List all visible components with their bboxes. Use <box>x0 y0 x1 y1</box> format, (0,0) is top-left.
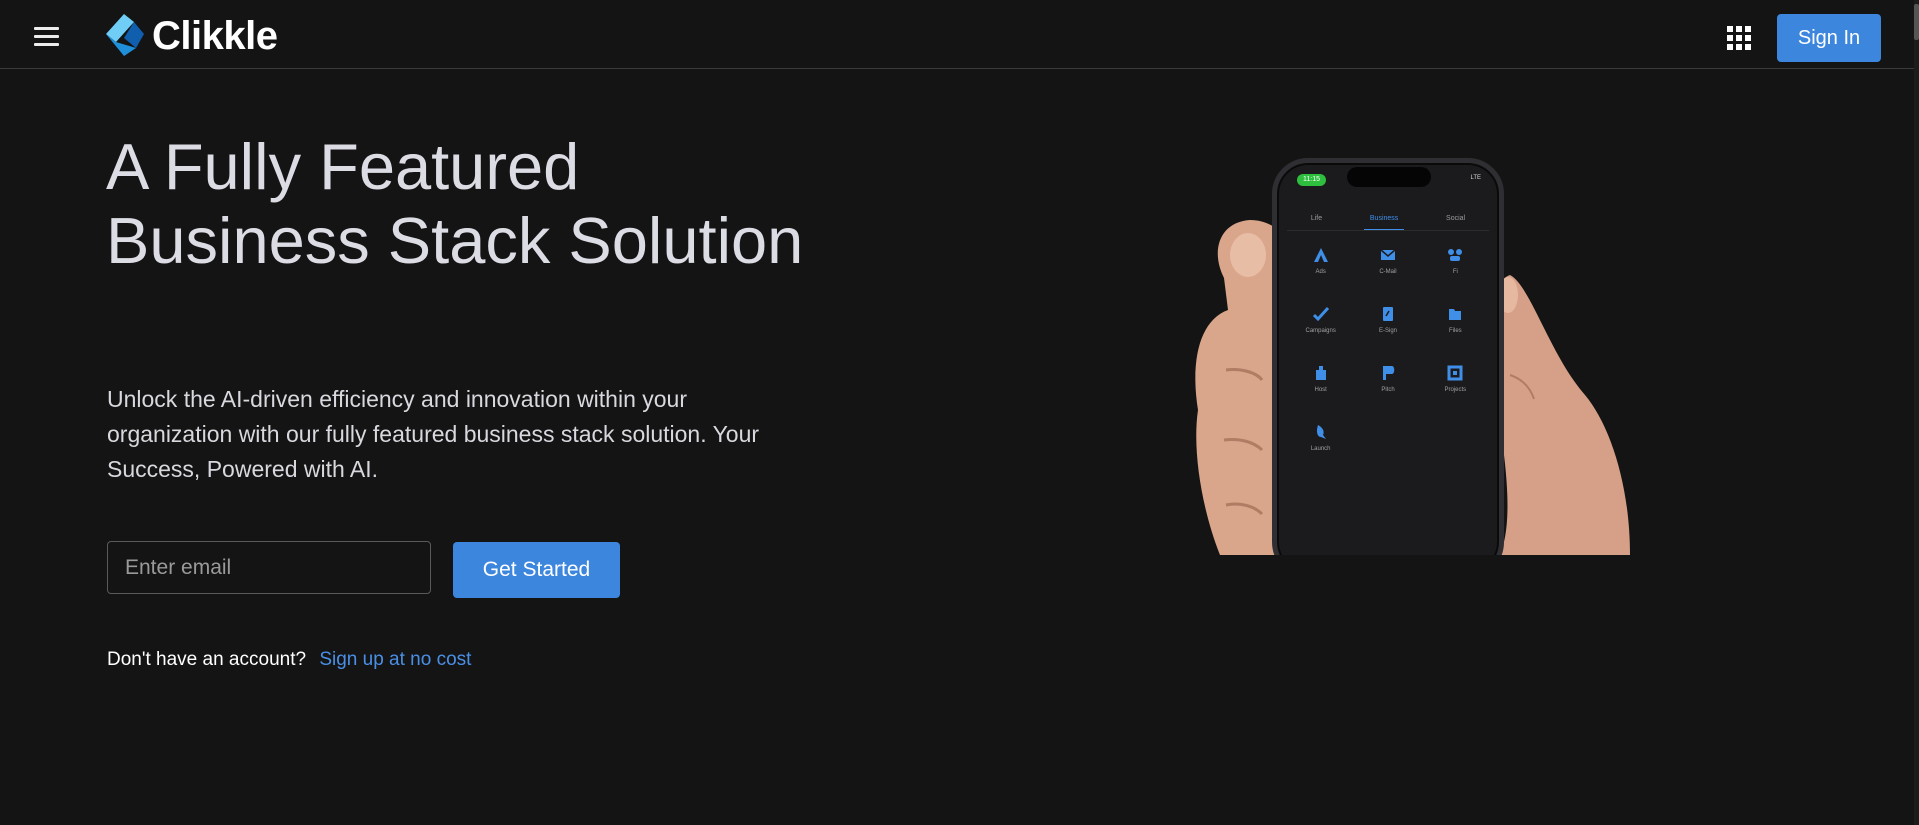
app-label: Projects <box>1444 387 1467 393</box>
phone-tab-bar: Life Business Social <box>1287 213 1489 231</box>
apps-grid-icon[interactable] <box>1727 26 1751 50</box>
host-icon <box>1315 366 1326 380</box>
signup-prompt: Don't have an account? Sign up at no cos… <box>107 649 471 671</box>
phone-app-esign[interactable]: E-Sign <box>1354 306 1421 345</box>
campaigns-icon <box>1312 306 1329 322</box>
scrollbar-track[interactable] <box>1914 0 1919 825</box>
email-input[interactable] <box>107 541 431 594</box>
phone-app-launch[interactable]: Launch <box>1287 424 1354 463</box>
mail-icon <box>1380 249 1396 260</box>
app-label: Campaigns <box>1305 328 1336 334</box>
signup-link[interactable]: Sign up at no cost <box>319 649 471 670</box>
app-label: Ads <box>1315 269 1326 275</box>
phone-app-pitch[interactable]: Pitch <box>1354 365 1421 404</box>
top-navigation-bar: Clikkle Sign In <box>0 0 1919 69</box>
app-label: E-Sign <box>1378 328 1397 334</box>
projects-icon <box>1447 365 1463 381</box>
app-label: Files <box>1448 328 1462 334</box>
hero-title: A Fully Featured Business Stack Solution <box>106 130 804 277</box>
pitch-icon <box>1382 366 1395 380</box>
phone-app-projects[interactable]: Projects <box>1422 365 1489 404</box>
phone-app-ads[interactable]: Ads <box>1287 247 1354 286</box>
files-icon <box>1449 309 1462 320</box>
hero-subtitle: Unlock the AI-driven efficiency and inno… <box>107 386 760 482</box>
phone-tab-business[interactable]: Business <box>1363 213 1405 230</box>
account-prompt-text: Don't have an account? <box>107 649 307 670</box>
app-label: Fi <box>1452 269 1458 275</box>
phone-app-campaigns[interactable]: Campaigns <box>1287 306 1354 345</box>
phone-app-cmail[interactable]: C-Mail <box>1354 247 1421 286</box>
clikkle-logo-icon <box>106 14 144 56</box>
hand-fingers-illustration <box>1494 275 1630 555</box>
phone-time-pill: 11:15 <box>1297 174 1326 186</box>
phone-app-host[interactable]: Host <box>1287 365 1354 404</box>
app-label: Launch <box>1310 446 1331 452</box>
app-label: Pitch <box>1381 387 1395 393</box>
sign-in-button[interactable]: Sign In <box>1777 14 1881 62</box>
hamburger-menu-icon[interactable] <box>34 27 60 47</box>
app-label: C-Mail <box>1379 269 1397 275</box>
app-label: Host <box>1314 387 1327 393</box>
phone-tab-life[interactable]: Life <box>1305 213 1328 230</box>
brand-logo-link[interactable]: Clikkle <box>102 12 278 60</box>
phone-app-files[interactable]: Files <box>1422 306 1489 345</box>
phone-tab-social[interactable]: Social <box>1440 213 1471 230</box>
get-started-button[interactable]: Get Started <box>453 542 620 598</box>
brand-name: Clikkle <box>152 13 278 58</box>
phone-app-grid: Ads C-Mail Fi Campaigns E-Sign Files Hos… <box>1287 247 1489 463</box>
phone-illustration: 11:15 LTE Life Business Social Ads C-Mai… <box>1190 155 1630 555</box>
phone-notch <box>1347 167 1431 187</box>
phone-status-indicator: LTE <box>1470 175 1481 181</box>
scrollbar-thumb[interactable] <box>1914 4 1919 40</box>
esign-icon <box>1382 307 1393 321</box>
phone-app-fi[interactable]: Fi <box>1422 247 1489 286</box>
ads-icon <box>1313 248 1328 262</box>
fi-icon <box>1448 249 1463 261</box>
launch-icon <box>1316 425 1326 439</box>
smartphone: 11:15 LTE Life Business Social Ads C-Mai… <box>1272 158 1504 555</box>
